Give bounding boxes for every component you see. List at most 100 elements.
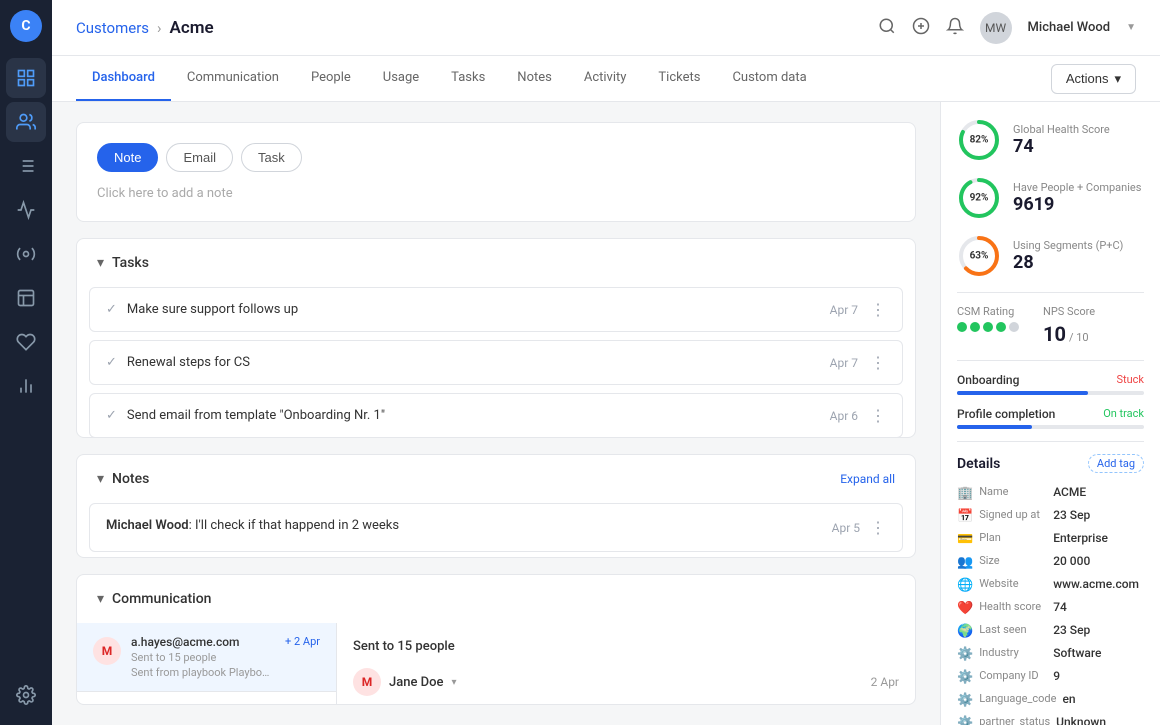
actions-button[interactable]: Actions ▾ (1051, 64, 1136, 94)
chevron-down-icon: ▾ (97, 591, 104, 607)
tab-usage[interactable]: Usage (367, 56, 435, 101)
task-menu-icon[interactable]: ⋮ (870, 300, 886, 319)
breadcrumb: Customers › Acme (76, 18, 214, 38)
task-menu-icon[interactable]: ⋮ (870, 406, 886, 425)
bell-icon[interactable] (946, 17, 964, 39)
nps-value: 10 (1043, 322, 1066, 346)
app-logo[interactable]: C (10, 10, 42, 42)
note-menu-icon[interactable]: ⋮ (870, 518, 886, 537)
task-name: Make sure support follows up (127, 302, 298, 317)
comm-sub1: Sent to 15 people (131, 651, 275, 664)
sidebar-item-gear[interactable] (6, 675, 46, 715)
note-author: Michael Wood (106, 518, 189, 533)
add-icon[interactable] (912, 17, 930, 39)
notes-title-label: Notes (112, 471, 149, 487)
nps-label: NPS Score (1043, 305, 1095, 318)
sidebar-item-book[interactable] (6, 278, 46, 318)
search-icon[interactable] (878, 17, 896, 39)
task-check-icon[interactable]: ✓ (106, 355, 117, 370)
tab-communication[interactable]: Communication (171, 56, 295, 101)
metric-info: Using Segments (P+C) 28 (1013, 239, 1123, 273)
detail-key: Industry (979, 646, 1047, 659)
task-button[interactable]: Task (241, 143, 302, 172)
health-circle: 82% (957, 118, 1001, 162)
email-date: 2 Apr (871, 675, 899, 689)
from-chevron-icon[interactable]: ▾ (452, 677, 457, 688)
list-item[interactable]: M a.hayes@acme.com Sent to 15 people Sen… (77, 623, 336, 692)
detail-partner-status: ⚙️ partner_status Unknown (957, 715, 1144, 725)
onboarding-progress: Onboarding Stuck (957, 373, 1144, 395)
tasks-title-label: Tasks (112, 255, 149, 271)
note-button[interactable]: Note (97, 143, 158, 172)
metric-global-health: 82% Global Health Score 74 (957, 118, 1144, 162)
partner-icon: ⚙️ (957, 716, 973, 725)
detail-val: Enterprise (1053, 531, 1108, 545)
detail-signedup: 📅 Signed up at 23 Sep (957, 508, 1144, 524)
tasks-title: ▾ Tasks (97, 255, 149, 271)
progress-header: Profile completion On track (957, 407, 1144, 421)
sidebar-item-customers[interactable] (6, 102, 46, 142)
task-left: ✓ Renewal steps for CS (106, 355, 250, 370)
main-area: Customers › Acme MW Michael Wood ▼ Dashb… (52, 0, 1160, 725)
sidebar-item-chart[interactable] (6, 190, 46, 230)
add-tag-button[interactable]: Add tag (1088, 454, 1144, 473)
communication-header[interactable]: ▾ Communication (77, 575, 915, 623)
nps-rating: NPS Score 10 / 10 (1043, 305, 1095, 346)
metric-title: Using Segments (P+C) (1013, 239, 1123, 252)
sidebar-item-settings[interactable] (6, 234, 46, 274)
csm-dot-5 (1009, 322, 1019, 332)
task-list: ✓ Make sure support follows up Apr 7 ⋮ ✓… (77, 287, 915, 438)
industry-icon: ⚙️ (957, 647, 973, 662)
tasks-header[interactable]: ▾ Tasks (77, 239, 915, 287)
communication-container: M a.hayes@acme.com Sent to 15 people Sen… (77, 623, 915, 705)
tab-notes[interactable]: Notes (501, 56, 568, 101)
detail-key: Website (979, 577, 1047, 590)
note-date: Apr 5 (832, 521, 860, 535)
divider (957, 360, 1144, 361)
actions-chevron-icon: ▾ (1114, 71, 1121, 87)
sidebar-item-heart[interactable] (6, 322, 46, 362)
segments-circle: 63% (957, 234, 1001, 278)
notes-title: ▾ Notes (97, 471, 149, 487)
right-sidebar: 82% Global Health Score 74 92% Have Peop… (940, 102, 1160, 725)
table-row: ✓ Make sure support follows up Apr 7 ⋮ (89, 287, 903, 332)
detail-key: partner_status (979, 715, 1050, 725)
detail-name: 🏢 Name ACME (957, 485, 1144, 501)
chevron-down-icon: ▾ (97, 471, 104, 487)
breadcrumb-parent[interactable]: Customers (76, 19, 149, 37)
task-check-icon[interactable]: ✓ (106, 408, 117, 423)
note-content: Michael Wood: I'll check if that happend… (106, 518, 399, 533)
detail-val: 74 (1053, 600, 1067, 614)
tab-dashboard[interactable]: Dashboard (76, 56, 171, 101)
tasks-section: ▾ Tasks ✓ Make sure support follows up A… (76, 238, 916, 438)
sidebar-item-list[interactable] (6, 146, 46, 186)
sidebar-item-bar-chart[interactable] (6, 366, 46, 406)
tab-people[interactable]: People (295, 56, 367, 101)
tab-tickets[interactable]: Tickets (642, 56, 716, 101)
task-check-icon[interactable]: ✓ (106, 302, 117, 317)
task-name: Renewal steps for CS (127, 355, 250, 370)
metric-value: 28 (1013, 252, 1123, 273)
task-name: Send email from template "Onboarding Nr.… (127, 408, 385, 423)
tab-activity[interactable]: Activity (568, 56, 643, 101)
expand-all-button[interactable]: Expand all (840, 472, 895, 486)
note-placeholder[interactable]: Click here to add a note (97, 186, 895, 201)
notes-header[interactable]: ▾ Notes Expand all (77, 455, 915, 503)
comm-email: a.hayes@acme.com (131, 635, 275, 649)
users-icon: 👥 (957, 555, 973, 570)
metric-value: 9619 (1013, 194, 1141, 215)
detail-lastseen: 🌍 Last seen 23 Sep (957, 623, 1144, 639)
task-menu-icon[interactable]: ⋮ (870, 353, 886, 372)
tab-tasks[interactable]: Tasks (435, 56, 501, 101)
sidebar-item-dashboard[interactable] (6, 58, 46, 98)
email-button[interactable]: Email (166, 143, 233, 172)
detail-health: ❤️ Health score 74 (957, 600, 1144, 616)
creditcard-icon: 💳 (957, 532, 973, 547)
user-chevron-icon[interactable]: ▼ (1126, 22, 1136, 33)
metric-info: Have People + Companies 9619 (1013, 181, 1141, 215)
top-header: Customers › Acme MW Michael Wood ▼ (52, 0, 1160, 56)
tab-custom-data[interactable]: Custom data (716, 56, 822, 101)
header-actions: MW Michael Wood ▼ (878, 12, 1136, 44)
profile-completion-progress: Profile completion On track (957, 407, 1144, 429)
metric-title: Have People + Companies (1013, 181, 1141, 194)
